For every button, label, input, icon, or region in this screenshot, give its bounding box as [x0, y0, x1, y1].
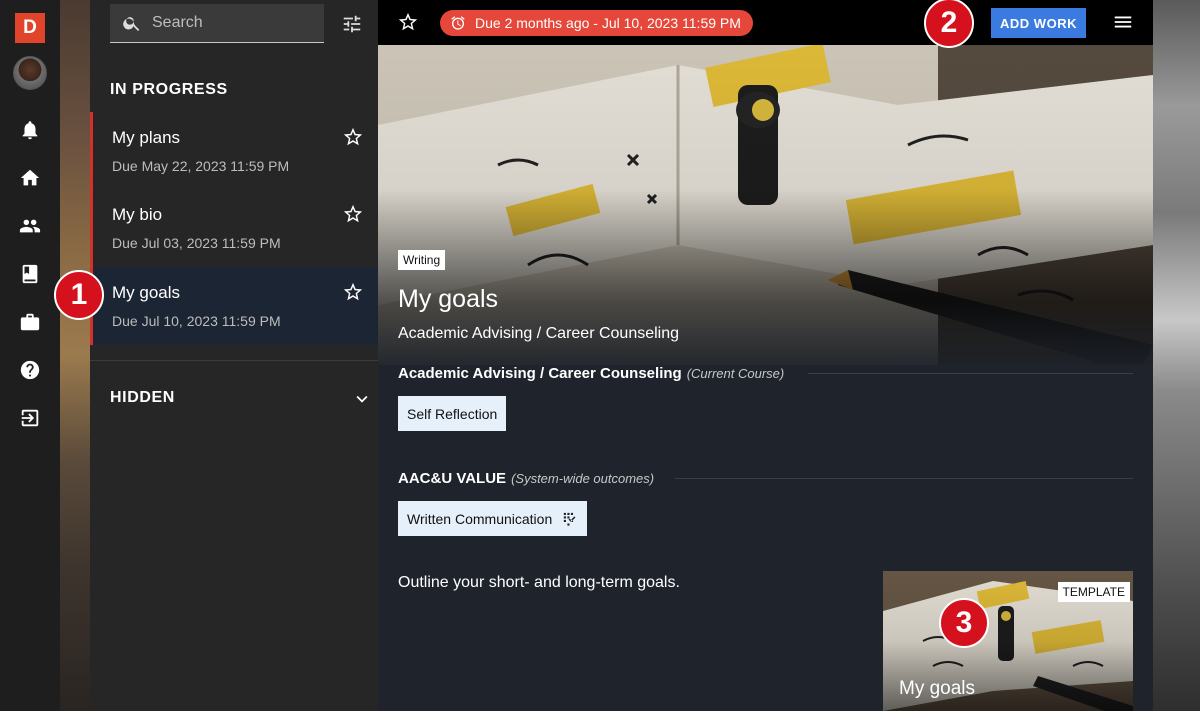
work-due-date: Due Jul 03, 2023 11:59 PM	[112, 235, 281, 251]
background-photo-left	[60, 0, 90, 711]
bell-icon[interactable]	[12, 112, 48, 148]
work-title-heading: My goals	[398, 285, 499, 313]
home-icon[interactable]	[12, 160, 48, 196]
section-in-progress: IN PROGRESS	[110, 81, 228, 98]
people-icon[interactable]	[12, 208, 48, 244]
list-item[interactable]: My bio Due Jul 03, 2023 11:59 PM	[90, 189, 378, 267]
outcome-chip[interactable]: Written Communication	[398, 501, 588, 536]
divider	[675, 478, 1133, 479]
book-icon[interactable]	[12, 256, 48, 292]
hero-banner: Writing My goals Academic Advising / Car…	[378, 45, 1153, 365]
list-item[interactable]: My plans Due May 22, 2023 11:59 PM	[90, 112, 378, 190]
alarm-icon	[451, 16, 465, 30]
system-outcomes-title: AAC&U VALUE	[398, 470, 507, 487]
star-icon[interactable]	[397, 11, 419, 33]
work-description: Outline your short- and long-term goals.	[398, 574, 680, 591]
callout-badge-3: 3	[939, 598, 989, 648]
sliders-icon	[343, 15, 361, 33]
work-details: Academic Advising / Career Counseling (C…	[378, 365, 1153, 711]
search-bar[interactable]	[110, 4, 324, 43]
menu-icon[interactable]	[1112, 11, 1134, 33]
star-icon[interactable]	[342, 281, 364, 303]
list-item-selected[interactable]: My goals Due Jul 10, 2023 11:59 PM	[90, 267, 378, 345]
star-icon[interactable]	[342, 203, 364, 225]
system-outcomes-heading: AAC&U VALUE (System-wide outcomes)	[398, 470, 654, 487]
filter-button[interactable]	[338, 10, 366, 38]
briefcase-icon[interactable]	[12, 304, 48, 340]
chevron-down-icon[interactable]	[351, 388, 373, 410]
add-work-button[interactable]: ADD WORK	[991, 8, 1086, 38]
divider	[90, 360, 378, 361]
hero-gradient	[378, 45, 1153, 365]
section-hidden[interactable]: HIDDEN	[110, 389, 175, 407]
course-outcomes-heading: Academic Advising / Career Counseling (C…	[398, 365, 784, 382]
template-title: My goals	[899, 678, 976, 699]
work-title: My plans	[112, 128, 181, 147]
due-status-pill: Due 2 months ago - Jul 10, 2023 11:59 PM	[440, 10, 753, 36]
divider	[808, 373, 1133, 374]
search-icon	[123, 17, 140, 31]
course-outcomes-note: (Current Course)	[686, 366, 785, 381]
work-list-panel: IN PROGRESS My plans Due May 22, 2023 11…	[90, 0, 378, 711]
background-photo-right	[1153, 0, 1200, 711]
logout-icon[interactable]	[12, 400, 48, 436]
template-tag: TEMPLATE	[1057, 582, 1130, 602]
outcome-chip-label: Written Communication	[407, 510, 553, 527]
callout-badge-2: 2	[924, 0, 974, 48]
user-avatar[interactable]	[13, 56, 47, 90]
work-due-date: Due May 22, 2023 11:59 PM	[112, 158, 290, 174]
help-icon[interactable]	[12, 352, 48, 388]
system-outcomes-note: (System-wide outcomes)	[511, 471, 655, 486]
icon-rail: D	[0, 0, 60, 711]
search-input[interactable]	[152, 14, 312, 32]
outcome-chip[interactable]: Self Reflection	[398, 396, 507, 431]
callout-badge-1: 1	[54, 270, 104, 320]
work-title: My goals	[112, 283, 181, 302]
template-card[interactable]: TEMPLATE My goals	[883, 571, 1133, 711]
outcome-chip-label: Self Reflection	[407, 405, 498, 422]
app-logo[interactable]: D	[15, 13, 45, 43]
due-status-text: Due 2 months ago - Jul 10, 2023 11:59 PM	[475, 15, 741, 31]
course-name: Academic Advising / Career Counseling	[398, 325, 680, 342]
star-icon[interactable]	[342, 126, 364, 148]
work-title: My bio	[112, 205, 163, 224]
course-outcomes-title: Academic Advising / Career Counseling	[398, 365, 682, 382]
work-type-tag: Writing	[398, 250, 446, 270]
rubric-grid-icon	[564, 512, 576, 526]
work-due-date: Due Jul 10, 2023 11:59 PM	[112, 313, 281, 329]
top-bar: Due 2 months ago - Jul 10, 2023 11:59 PM…	[378, 0, 1153, 45]
